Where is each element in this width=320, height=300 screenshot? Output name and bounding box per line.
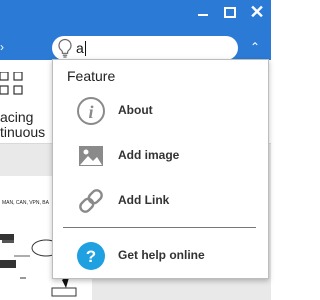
ribbon-button-label: tinuous [0, 124, 46, 140]
tell-me-search-box[interactable]: a [52, 36, 238, 60]
close-icon: ✕ [249, 2, 265, 22]
ribbon-button-label: acing [0, 109, 34, 125]
svg-text:?: ? [86, 247, 96, 266]
minimize-button[interactable] [192, 2, 214, 22]
menu-item-add-image[interactable]: Add image [53, 136, 268, 176]
feature-dropdown: Feature i About Add image Add Link ? Get… [52, 59, 269, 279]
chevron-right-icon[interactable]: › [0, 40, 4, 54]
view-layout-icon[interactable] [0, 72, 28, 102]
menu-item-label: Add Link [118, 193, 170, 207]
menu-item-get-help[interactable]: ? Get help online [53, 236, 268, 276]
menu-item-about[interactable]: i About [53, 91, 268, 131]
help-icon: ? [77, 242, 105, 270]
lightbulb-icon [58, 38, 72, 58]
info-icon: i [77, 97, 105, 125]
link-icon [79, 189, 103, 213]
svg-text:i: i [88, 102, 93, 122]
minimize-icon [198, 14, 208, 16]
collapse-ribbon-icon[interactable]: ⌃ [250, 40, 260, 54]
text-cursor [85, 41, 86, 56]
popup-header: Feature [67, 68, 116, 84]
image-icon [79, 146, 103, 166]
maximize-button[interactable] [219, 2, 241, 22]
close-button[interactable]: ✕ [246, 2, 268, 22]
menu-divider [63, 227, 256, 228]
menu-item-label: Get help online [118, 248, 205, 262]
maximize-icon [224, 6, 236, 18]
menu-item-add-link[interactable]: Add Link [53, 181, 268, 221]
menu-item-label: Add image [118, 148, 180, 162]
search-input[interactable]: a [76, 40, 84, 56]
menu-item-label: About [118, 103, 153, 117]
